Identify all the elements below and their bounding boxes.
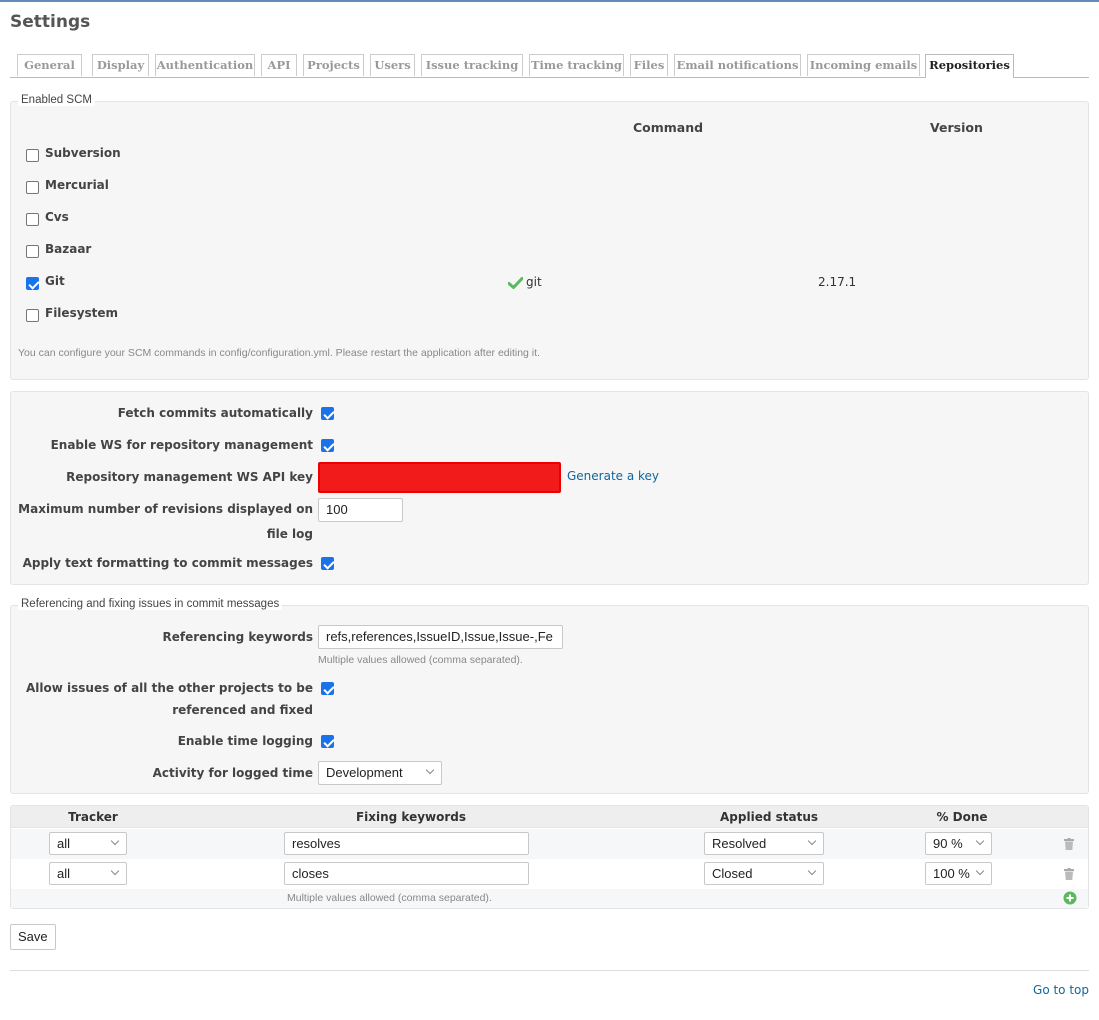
time-logging-label: Enable time logging: [177, 734, 313, 748]
enabled-scm-fieldset: Enabled SCM Command Version Subversion M…: [10, 94, 1089, 380]
done-header: % Done: [936, 810, 988, 824]
text-formatting-checkbox[interactable]: [321, 557, 334, 570]
table-row: all closes Closed 100 %: [11, 859, 1088, 889]
footer-divider: [10, 970, 1089, 971]
row2-done-value: 100 %: [933, 866, 970, 881]
scm-mercurial-label: Mercurial: [45, 178, 109, 192]
chevron-down-icon: [975, 866, 985, 876]
activity-select[interactable]: Development: [318, 761, 442, 785]
scm-filesystem-checkbox[interactable]: [26, 309, 39, 322]
repository-settings-box: Fetch commits automatically Enable WS fo…: [10, 391, 1089, 585]
scm-config-note: You can configure your SCM commands in c…: [18, 347, 540, 359]
cross-project-checkbox[interactable]: [321, 682, 334, 695]
row2-status-select[interactable]: Closed: [704, 862, 824, 885]
row1-keywords-input[interactable]: resolves: [284, 832, 529, 855]
referencing-keywords-input[interactable]: refs,references,IssueID,Issue,Issue-,Fe: [318, 625, 563, 649]
row2-tracker-select[interactable]: all: [49, 862, 127, 885]
tab-general[interactable]: General: [17, 54, 82, 76]
fetch-commits-checkbox[interactable]: [321, 407, 334, 420]
chevron-down-icon: [807, 866, 817, 876]
scm-bazaar-label: Bazaar: [45, 242, 92, 256]
tab-users[interactable]: Users: [370, 54, 415, 76]
referencing-legend: Referencing and fixing issues in commit …: [18, 598, 283, 610]
scm-git-checkbox[interactable]: [26, 277, 39, 290]
row1-tracker-value: all: [57, 836, 71, 851]
row2-done-select[interactable]: 100 %: [925, 862, 992, 885]
fixing-keywords-table: Tracker Fixing keywords Applied status %…: [10, 805, 1089, 909]
row2-keywords-input[interactable]: closes: [284, 862, 529, 885]
row1-status-select[interactable]: Resolved: [704, 832, 824, 855]
page-title: Settings: [10, 12, 91, 32]
referencing-fieldset: Referencing and fixing issues in commit …: [10, 598, 1089, 794]
cross-project-label-line1: Allow issues of all the other projects t…: [26, 681, 313, 695]
scm-subversion-label: Subversion: [45, 146, 121, 160]
tab-display[interactable]: Display: [92, 54, 149, 76]
chevron-down-icon: [975, 836, 985, 846]
scm-subversion-checkbox[interactable]: [26, 149, 39, 162]
row2-tracker-value: all: [57, 866, 71, 881]
time-logging-checkbox[interactable]: [321, 735, 334, 748]
scm-command-header: Command: [633, 120, 704, 135]
row1-tracker-select[interactable]: all: [49, 832, 127, 855]
scm-mercurial-checkbox[interactable]: [26, 181, 39, 194]
tab-repositories[interactable]: Repositories: [925, 54, 1014, 78]
table-header: Tracker Fixing keywords Applied status %…: [11, 806, 1088, 828]
referencing-keywords-label: Referencing keywords: [162, 630, 313, 644]
referencing-keywords-hint: Multiple values allowed (comma separated…: [318, 654, 523, 666]
tab-api[interactable]: API: [261, 54, 297, 76]
fixing-keywords-header: Fixing keywords: [355, 810, 467, 824]
add-icon[interactable]: [1063, 891, 1077, 905]
max-revisions-label-line2: file log: [266, 527, 313, 541]
ws-api-key-input[interactable]: [318, 462, 561, 493]
scm-version-header: Version: [930, 120, 983, 135]
ws-api-key-label: Repository management WS API key: [66, 470, 313, 484]
max-revisions-input[interactable]: 100: [318, 498, 403, 522]
fetch-commits-label: Fetch commits automatically: [117, 406, 313, 420]
tab-files[interactable]: Files: [630, 54, 668, 76]
trash-icon[interactable]: [1064, 868, 1074, 880]
check-icon: [508, 277, 523, 289]
save-button[interactable]: Save: [10, 924, 56, 950]
scm-cvs-checkbox[interactable]: [26, 213, 39, 226]
enable-ws-label: Enable WS for repository management: [50, 438, 313, 452]
scm-git-label: Git: [45, 274, 65, 288]
max-revisions-label-line1: Maximum number of revisions displayed on: [18, 502, 313, 516]
tab-issue-tracking[interactable]: Issue tracking: [421, 54, 523, 76]
scm-git-version: 2.17.1: [818, 275, 857, 289]
table-row: all resolves Resolved 90 %: [11, 829, 1088, 859]
trash-icon[interactable]: [1064, 838, 1074, 850]
chevron-down-icon: [807, 836, 817, 846]
scm-filesystem-label: Filesystem: [45, 306, 119, 320]
activity-select-value: Development: [326, 765, 403, 780]
row2-status-value: Closed: [712, 866, 753, 881]
fixing-keywords-hint: Multiple values allowed (comma separated…: [287, 892, 492, 904]
scm-git-command: git: [526, 275, 542, 289]
chevron-down-icon: [110, 866, 120, 876]
tab-projects[interactable]: Projects: [303, 54, 364, 76]
tab-incoming-emails[interactable]: Incoming emails: [807, 54, 920, 76]
chevron-down-icon: [110, 836, 120, 846]
enable-ws-checkbox[interactable]: [321, 439, 334, 452]
scm-bazaar-checkbox[interactable]: [26, 245, 39, 258]
settings-tabs: General Display Authentication API Proje…: [10, 54, 1089, 78]
enabled-scm-legend: Enabled SCM: [18, 94, 95, 106]
tab-authentication[interactable]: Authentication: [155, 54, 255, 76]
text-formatting-label: Apply text formatting to commit messages: [22, 556, 313, 570]
table-hint-row: Multiple values allowed (comma separated…: [11, 889, 1088, 908]
tab-email-notifications[interactable]: Email notifications: [674, 54, 801, 76]
generate-key-link[interactable]: Generate a key: [567, 469, 659, 483]
scm-cvs-label: Cvs: [45, 210, 69, 224]
activity-label: Activity for logged time: [152, 766, 313, 780]
row1-done-select[interactable]: 90 %: [925, 832, 992, 855]
applied-status-header: Applied status: [720, 810, 818, 824]
tracker-header: Tracker: [68, 810, 118, 824]
row1-status-value: Resolved: [712, 836, 767, 851]
chevron-down-icon: [425, 765, 435, 775]
row1-done-value: 90 %: [933, 836, 963, 851]
tab-time-tracking[interactable]: Time tracking: [529, 54, 624, 76]
go-to-top-link[interactable]: Go to top: [1033, 983, 1089, 997]
cross-project-label-line2: referenced and fixed: [172, 703, 313, 717]
